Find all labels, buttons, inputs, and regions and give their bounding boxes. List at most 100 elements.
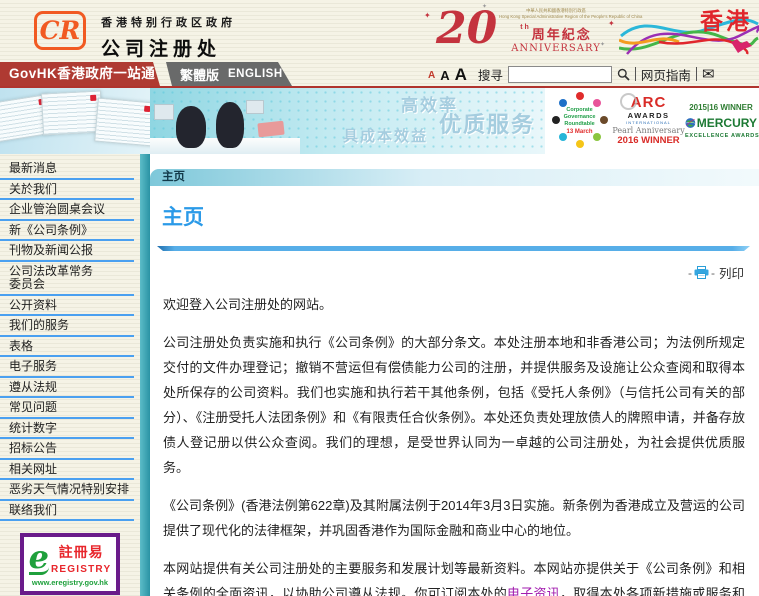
sidebar-item-news[interactable]: 最新消息: [0, 159, 134, 180]
person-silhouette-image: [216, 102, 244, 148]
search-icon: [617, 68, 630, 81]
banner: 高效率 优质服务 具成本效益 Corporate Governance Roun…: [0, 88, 759, 154]
content: 主页 主页 - - 列印 欢迎登入公司注册处的网站。 公司注册处负责实施和执行《…: [150, 154, 759, 596]
main: 最新消息 关於我们 企业管治圆桌会议 新《公司条例》 刊物及新闻公报 公司法改革…: [0, 154, 759, 596]
person-dot-icon: [576, 92, 584, 100]
banner-office-image: 高效率 优质服务 具成本效益: [150, 88, 545, 154]
globe-icon: [685, 118, 696, 128]
arc-winner: 2016 WINNER: [617, 134, 680, 146]
top-navbar: GovHK香港政府一站通 繁體版 ENGLISH A A A 搜寻 网页指南 ✉: [0, 62, 759, 86]
star-icon: ✦: [424, 11, 431, 20]
font-size-medium-button[interactable]: A: [440, 69, 449, 82]
mercury-title: MERCURY: [696, 116, 757, 130]
award-arc[interactable]: ARC AWARDS INTERNATIONAL Pearl Anniversa…: [612, 93, 685, 146]
award-roundtable[interactable]: Corporate Governance Roundtable 13 March: [547, 90, 612, 152]
eregistry-en-label: REGISTRY: [51, 564, 112, 575]
arc-international: INTERNATIONAL: [626, 119, 671, 125]
mercury-subtitle: EXCELLENCE AWARDS: [685, 133, 759, 139]
sidebar-item-statistics[interactable]: 统计数字: [0, 419, 134, 439]
gov-title: 香港特别行政区政府: [101, 17, 236, 29]
page-title: 主页: [162, 206, 204, 229]
title-divider: [157, 246, 750, 251]
eregistry-cn-label: 註冊易: [58, 544, 104, 560]
govhk-link[interactable]: GovHK香港政府一站通: [0, 62, 160, 86]
header: CR 香港特别行政区政府 公司注册处 ✦ ✦ ✦ ✦ 20 中華人民共和國香港特…: [0, 0, 759, 62]
slogan-cost: 具成本效益: [342, 128, 428, 145]
breadcrumb[interactable]: 主页: [150, 169, 759, 186]
roundtable-date: 13 March: [566, 129, 593, 135]
search-input[interactable]: [507, 65, 612, 83]
welcome-paragraph: 欢迎登入公司注册处的网站。: [163, 297, 333, 312]
e-newsletter-link[interactable]: 电子资讯: [507, 586, 560, 596]
ordinance-paragraph: 《公司条例》(香港法例第622章)及其附属法例于2014年3月3日实施。新条例为…: [163, 498, 745, 538]
brand-hongkong-logo: 香港: [619, 0, 759, 60]
sidebar-item-related-links[interactable]: 相关网址: [0, 460, 134, 480]
anniversary-en-label: ANNIVERSARY: [511, 43, 601, 54]
hk-brand-text: 香港: [700, 8, 752, 34]
mail-icon[interactable]: ✉: [702, 67, 715, 82]
sidebar-item-compliance[interactable]: 遵从法规: [0, 378, 134, 398]
banner-certificates-image: [0, 88, 150, 154]
printer-icon[interactable]: [694, 266, 709, 279]
font-size-small-button[interactable]: A: [428, 71, 435, 81]
font-size-large-button[interactable]: A: [455, 66, 467, 83]
person-silhouette-image: [176, 106, 206, 148]
eregistry-url: www.eregistry.gov.hk: [31, 578, 109, 587]
print-row: - - 列印: [150, 263, 759, 282]
roundtable-text: Corporate: [566, 107, 593, 113]
certificate-image: [40, 90, 104, 136]
roundtable-text: Roundtable: [564, 121, 595, 127]
cr-logo[interactable]: CR: [34, 11, 86, 50]
sidebar-item-corporate-governance-roundtable[interactable]: 企业管治圆桌会议: [0, 200, 134, 221]
anniversary-region-cn: 中華人民共和國香港特別行政區: [526, 8, 586, 13]
language-switcher: 繁體版 ENGLISH: [166, 62, 292, 86]
sidebar-item-e-services[interactable]: 电子服务: [0, 357, 134, 378]
person-dot-icon: [576, 140, 584, 148]
roundtable-text: Governance: [563, 114, 596, 120]
mercury-winner: 2015|16 WINNER: [689, 103, 753, 112]
search-label: 搜寻: [477, 68, 503, 83]
anniversary-cn-label: th周年紀念: [520, 24, 592, 42]
anniversary-number: 20: [436, 3, 498, 54]
sidebar: 最新消息 关於我们 企业管治圆桌会议 新《公司条例》 刊物及新闻公报 公司法改革…: [0, 154, 140, 596]
registry-duties-paragraph: 公司注册处负责实施和执行《公司条例》的大部分条文。本处注册本地和非香港公司；为法…: [163, 335, 745, 475]
english-link[interactable]: ENGLISH: [228, 68, 283, 80]
dash: -: [710, 265, 715, 280]
website-info-paragraph: 本网站提供有关公司注册处的主要服务和发展计划等最新资料。本网站亦提供关于《公司条…: [163, 556, 745, 596]
sidebar-item-tender-notices[interactable]: 招标公告: [0, 439, 134, 460]
certificate-image: [94, 97, 150, 147]
dash: -: [687, 265, 692, 280]
sidebar-item-faq[interactable]: 常见问题: [0, 398, 134, 419]
dept-title: 公司注册处: [101, 39, 222, 60]
sidebar-item-contact-us[interactable]: 联络我们: [0, 501, 134, 521]
sidebar-item-about-us[interactable]: 关於我们: [0, 180, 134, 200]
print-link[interactable]: 列印: [719, 263, 744, 282]
desk-item-image: [257, 120, 285, 138]
department-titles: 香港特别行政区政府 公司注册处: [101, 14, 236, 61]
sidebar-item-public-information[interactable]: 公开资料: [0, 296, 134, 316]
eregistry-banner[interactable]: e 註冊易 REGISTRY www.eregistry.gov.hk: [20, 533, 120, 595]
traditional-chinese-link[interactable]: 繁體版: [180, 65, 219, 84]
separator: [634, 67, 636, 81]
person-dot-icon: [559, 99, 567, 107]
cr-logo-text: CR: [39, 16, 81, 45]
award-mercury[interactable]: 2015|16 WINNER MERCURY EXCELLENCE AWARDS: [685, 103, 759, 139]
monitor-image: [246, 100, 264, 114]
sidebar-item-our-services[interactable]: 我们的服务: [0, 316, 134, 337]
sidebar-item-company-law-reform-committee[interactable]: 公司法改革常务委员会: [0, 262, 134, 296]
sidebar-item-bad-weather-arrangements[interactable]: 恶劣天气情况特别安排: [0, 480, 134, 501]
sidebar-item-publications[interactable]: 刊物及新闻公报: [0, 241, 134, 262]
slogan-quality: 优质服务: [438, 112, 535, 137]
page: CR 香港特别行政区政府 公司注册处 ✦ ✦ ✦ ✦ 20 中華人民共和國香港特…: [0, 0, 759, 596]
separator: [695, 67, 697, 81]
sidebar-item-forms[interactable]: 表格: [0, 337, 134, 357]
nav-tools: A A A 搜寻 网页指南 ✉: [428, 62, 751, 86]
search-button[interactable]: [617, 68, 630, 81]
sidebar-content-divider: [140, 154, 150, 596]
person-dot-icon: [593, 99, 601, 107]
anniversary-20-logo: ✦ ✦ ✦ ✦ 20 中華人民共和國香港特別行政區 Hong Kong Spec…: [420, 3, 642, 59]
sidebar-item-new-companies-ordinance[interactable]: 新《公司条例》: [0, 221, 134, 241]
awards-strip: Corporate Governance Roundtable 13 March…: [545, 88, 759, 154]
monitor-image: [154, 104, 174, 120]
site-guide-link[interactable]: 网页指南: [641, 65, 691, 84]
